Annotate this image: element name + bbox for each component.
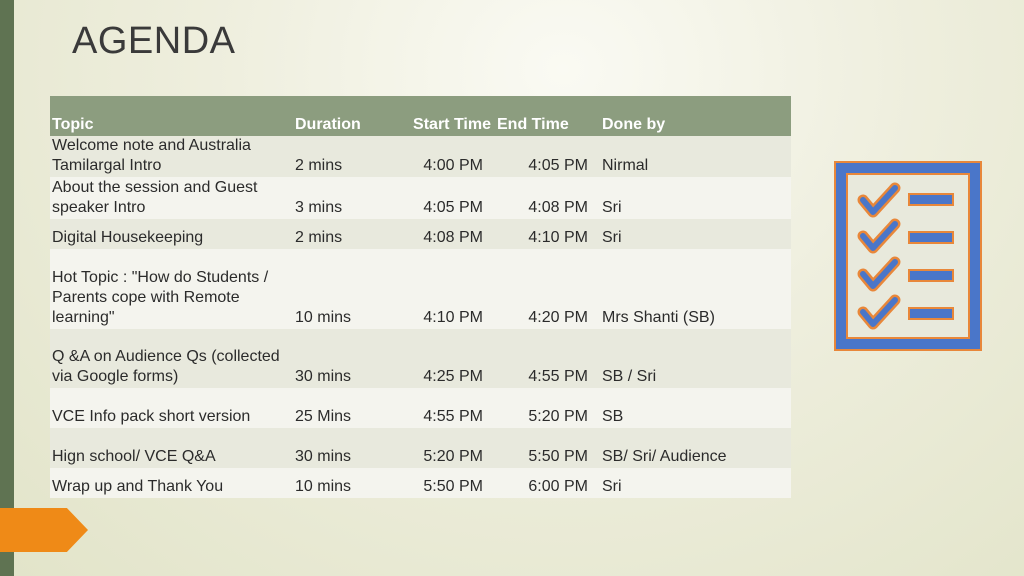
header-topic: Topic [52, 116, 94, 133]
row-topic: Welcome note and Australia Tamilargal In… [52, 137, 251, 174]
header-done-by: Done by [602, 116, 666, 133]
row-end-time: 5:50 PM [528, 448, 588, 465]
row-done-by: Sri [602, 199, 622, 216]
checklist-icon [834, 161, 982, 351]
orange-arrow-tab [0, 508, 88, 552]
row-duration: 10 mins [295, 478, 352, 495]
table-row: Hign school/ VCE Q&A 30 mins 5:20 PM 5:5… [50, 428, 791, 468]
table-row: About the session and Guest speaker Intr… [50, 177, 791, 219]
row-end-time: 4:05 PM [528, 157, 588, 174]
row-duration: 30 mins [295, 448, 352, 465]
table-row: Wrap up and Thank You 10 mins 5:50 PM 6:… [50, 468, 791, 498]
row-done-by: SB / Sri [602, 368, 657, 385]
row-done-by: Sri [602, 478, 622, 495]
row-start-time: 4:55 PM [423, 408, 483, 425]
row-duration: 3 mins [295, 199, 343, 216]
table-row: Digital Housekeeping 2 mins 4:08 PM 4:10… [50, 219, 791, 249]
row-end-time: 4:08 PM [528, 199, 588, 216]
table-row: VCE Info pack short version 25 Mins 4:55… [50, 388, 791, 428]
row-duration: 30 mins [295, 368, 352, 385]
agenda-table: Topic Duration Start Time End Time Done … [50, 96, 791, 498]
left-accent-bar [0, 0, 14, 576]
row-end-time: 4:10 PM [528, 229, 588, 246]
header-duration: Duration [295, 116, 361, 133]
row-start-time: 4:08 PM [423, 229, 483, 246]
row-end-time: 4:20 PM [528, 309, 588, 326]
row-duration: 25 Mins [295, 408, 352, 425]
header-start-time: Start Time [413, 116, 491, 133]
table-row: Q &A on Audience Qs (collected via Googl… [50, 329, 791, 388]
row-duration: 10 mins [295, 309, 352, 326]
row-topic: Hot Topic : "How do Students / Parents c… [52, 269, 269, 326]
row-start-time: 4:25 PM [423, 368, 483, 385]
row-topic: Digital Housekeeping [52, 229, 204, 246]
row-duration: 2 mins [295, 229, 343, 246]
row-topic: Q &A on Audience Qs (collected via Googl… [52, 348, 280, 385]
row-done-by: SB/ Sri/ Audience [602, 448, 727, 465]
row-topic: VCE Info pack short version [52, 408, 251, 425]
row-topic: Wrap up and Thank You [52, 478, 224, 495]
row-done-by: Nirmal [602, 157, 649, 174]
header-end-time: End Time [497, 116, 569, 133]
row-duration: 2 mins [295, 157, 343, 174]
row-done-by: Sri [602, 229, 622, 246]
row-topic: About the session and Guest speaker Intr… [52, 179, 258, 216]
row-topic: Hign school/ VCE Q&A [52, 448, 216, 465]
row-start-time: 4:00 PM [423, 157, 483, 174]
row-start-time: 4:05 PM [423, 199, 483, 216]
row-start-time: 5:50 PM [423, 478, 483, 495]
table-header-row: Topic Duration Start Time End Time Done … [50, 96, 791, 136]
slide-title: AGENDA [72, 20, 236, 62]
row-end-time: 5:20 PM [528, 408, 588, 425]
row-done-by: Mrs Shanti (SB) [602, 309, 715, 326]
row-start-time: 5:20 PM [423, 448, 483, 465]
row-start-time: 4:10 PM [423, 309, 483, 326]
row-end-time: 4:55 PM [528, 368, 588, 385]
row-end-time: 6:00 PM [528, 478, 588, 495]
row-done-by: SB [602, 408, 624, 425]
table-row: Hot Topic : "How do Students / Parents c… [50, 249, 791, 329]
table-row: Welcome note and Australia Tamilargal In… [50, 136, 791, 177]
